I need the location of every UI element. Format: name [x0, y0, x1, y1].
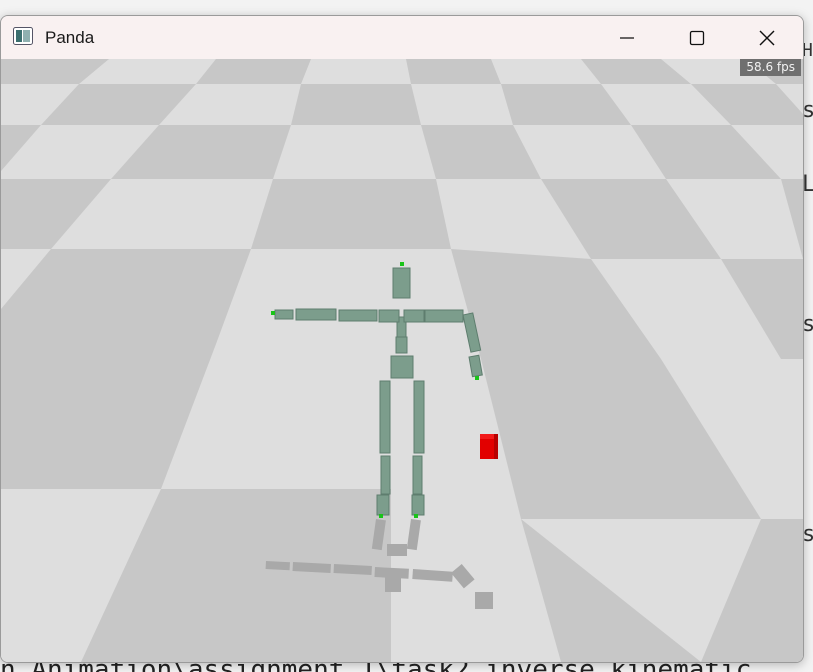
- skeleton-pelvis: [390, 355, 414, 379]
- skeleton-left-hand: [274, 309, 294, 320]
- title-bar[interactable]: Panda: [1, 16, 803, 59]
- skeleton-head: [392, 267, 411, 299]
- window-title: Panda: [45, 28, 95, 47]
- minimize-button[interactable]: [592, 16, 662, 59]
- minimize-icon: [620, 36, 634, 39]
- 3d-viewport[interactable]: 58.6 fps: [1, 59, 803, 662]
- close-icon: [759, 30, 775, 45]
- maximize-button[interactable]: [662, 16, 732, 59]
- maximize-icon: [689, 30, 705, 45]
- close-button[interactable]: [732, 16, 802, 59]
- target-cube: [480, 434, 498, 459]
- fps-counter: 58.6 fps: [740, 59, 801, 76]
- panda-app-icon: [13, 27, 33, 45]
- panda-window[interactable]: Panda 58.6 fps: [0, 15, 804, 663]
- scene-render: [1, 59, 803, 662]
